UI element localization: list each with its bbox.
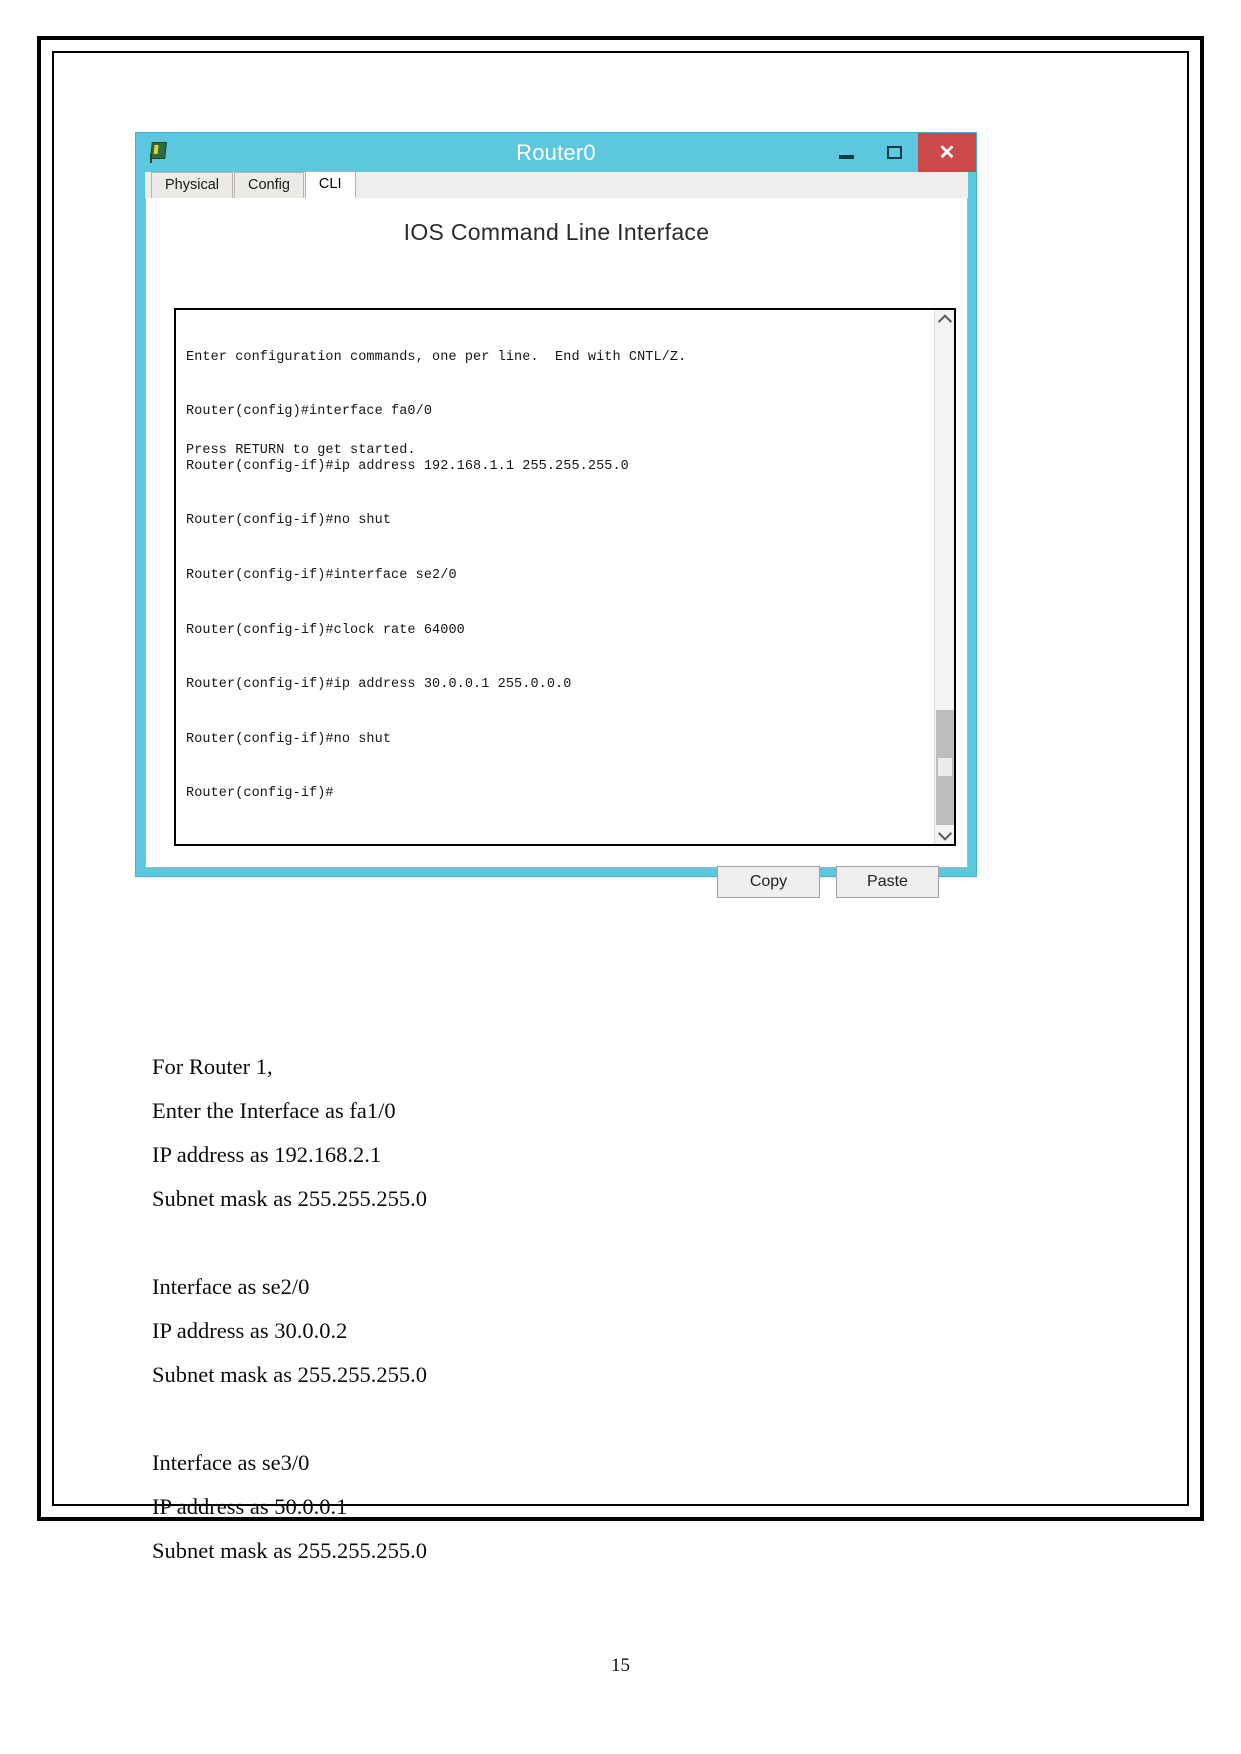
maximize-button[interactable]	[870, 133, 918, 172]
panel-heading: IOS Command Line Interface	[403, 219, 710, 245]
tab-config[interactable]: Config	[234, 172, 304, 198]
prose-line: Subnet mask as 255.255.255.0	[152, 1186, 427, 1211]
terminal-actions: Copy Paste	[717, 866, 939, 898]
window-titlebar[interactable]: Router0 ✕	[136, 133, 976, 172]
prose-spacer	[152, 1221, 1052, 1265]
tab-cli[interactable]: CLI	[304, 171, 356, 199]
terminal-line: Router(config-if)#	[186, 786, 334, 802]
prose-line: IP address as 50.0.0.1	[152, 1494, 348, 1519]
window-controls: ✕	[822, 133, 976, 172]
terminal-line: Router(config-if)#no shut	[186, 513, 392, 529]
copy-button[interactable]: Copy	[717, 866, 820, 898]
maximize-icon	[886, 146, 902, 159]
paste-button[interactable]: Paste	[836, 866, 939, 898]
terminal-line: Router(config-if)#ip address 30.0.0.1 25…	[186, 677, 572, 693]
prose-line: IP address as 192.168.2.1	[152, 1142, 382, 1167]
tab-strip: Physical Config CLI	[145, 171, 968, 199]
page-number: 15	[611, 1655, 630, 1676]
terminal-output[interactable]: Press RETURN to get started. Router>en R…	[176, 310, 934, 844]
prose-line: Interface as se3/0	[152, 1450, 310, 1475]
terminal-line: Router(config-if)#clock rate 64000	[186, 622, 465, 638]
prose-line: Interface as se2/0	[152, 1274, 310, 1299]
tab-physical[interactable]: Physical	[151, 172, 233, 198]
prose-line: Subnet mask as 255.255.255.0	[152, 1538, 427, 1563]
router-device-window: Router0 ✕ Physical Config CLI IOS Comman…	[135, 132, 977, 898]
document-body-text: For Router 1, Enter the Interface as fa1…	[152, 1045, 1052, 1573]
document-page: Router0 ✕ Physical Config CLI IOS Comman…	[0, 0, 1241, 1754]
terminal-scrollbar[interactable]	[934, 310, 954, 844]
terminal-line: Router(config-if)#ip address 192.168.1.1…	[186, 458, 629, 474]
prose-spacer	[152, 1397, 1052, 1441]
cli-tab-panel: IOS Command Line Interface Press RETURN …	[145, 198, 968, 898]
prose-line: For Router 1,	[152, 1054, 273, 1079]
terminal-line: Router(config-if)#interface se2/0	[186, 568, 457, 584]
terminal-line: Router#config t	[186, 310, 686, 312]
scrollbar-thumb[interactable]	[936, 710, 954, 826]
router-device-icon	[148, 140, 174, 166]
prose-line: IP address as 30.0.0.2	[152, 1318, 348, 1343]
terminal-line: Router(config-if)#no shut	[186, 731, 392, 747]
terminal-session-block: Router>en Router#config t Enter configur…	[186, 310, 686, 840]
scroll-up-icon[interactable]	[935, 310, 954, 329]
terminal-line: Enter configuration commands, one per li…	[186, 349, 687, 365]
scroll-down-icon[interactable]	[935, 825, 954, 844]
prose-line: Enter the Interface as fa1/0	[152, 1098, 396, 1123]
minimize-icon	[838, 154, 854, 159]
close-button[interactable]: ✕	[918, 133, 976, 172]
close-icon: ✕	[938, 142, 956, 164]
minimize-button[interactable]	[822, 133, 870, 172]
prose-line: Subnet mask as 255.255.255.0	[152, 1362, 427, 1387]
terminal-line: Router(config)#interface fa0/0	[186, 404, 433, 420]
terminal-container: Press RETURN to get started. Router>en R…	[174, 308, 956, 846]
